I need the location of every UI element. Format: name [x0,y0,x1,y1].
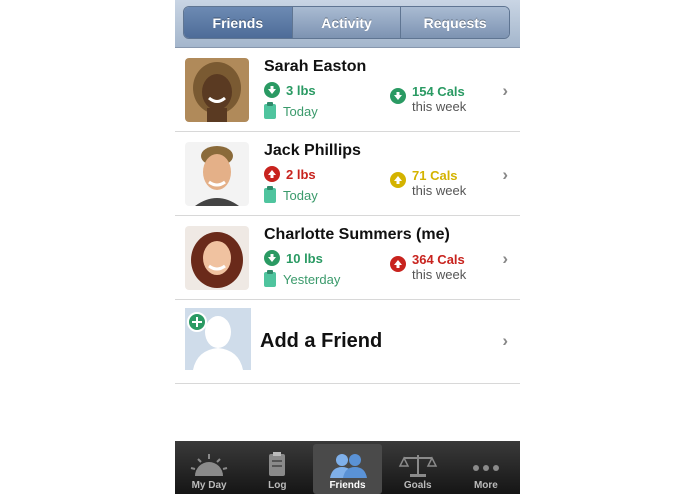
tab-label: Log [268,480,287,491]
cals-value: 364 Cals [412,252,465,267]
log-day: Today [264,102,318,119]
cals-period: this week [412,267,467,282]
weight-change: 2 lbs [264,166,316,182]
weight-up-icon [264,166,280,182]
chevron-right-icon[interactable]: › [502,249,508,269]
plus-icon [187,312,207,332]
tab-log[interactable]: Log [243,441,311,494]
tab-goals[interactable]: Goals [384,441,452,494]
tab-more[interactable]: More [452,441,520,494]
cals-up-icon [390,172,406,188]
cals-period: this week [412,99,467,114]
cals-value: 154 Cals [412,84,465,99]
segment-requests[interactable]: Requests [400,7,509,38]
segment-friends[interactable]: Friends [184,7,292,38]
avatar [185,58,249,122]
friend-name: Sarah Easton [264,58,367,75]
add-friend-label: Add a Friend [260,330,383,352]
calories-summary: 364 Cals this week [390,252,466,282]
log-day-label: Today [283,104,318,119]
weight-change: 3 lbs [264,82,316,98]
weight-down-icon [264,82,280,98]
tab-label: More [473,480,498,491]
weight-value: 10 lbs [286,250,323,266]
cals-value: 71 Cals [412,168,458,183]
friend-row[interactable]: Charlotte Summers (me) 10 lbs Yesterday … [175,216,520,300]
tab-label: Friends [329,480,366,491]
tab-my-day[interactable]: My Day [175,441,243,494]
add-friend-row[interactable]: Add a Friend › [175,300,520,384]
cals-period: this week [412,183,467,198]
clipboard-icon [264,270,276,287]
chevron-right-icon[interactable]: › [502,165,508,185]
clipboard-icon [264,186,276,203]
tab-bar: My Day Log Friends Goals More [175,441,520,494]
chevron-right-icon[interactable]: › [502,331,508,351]
friend-row[interactable]: Sarah Easton 3 lbs Today 154 Cals this w… [175,48,520,132]
sun-icon [190,454,228,476]
log-day: Yesterday [264,270,341,287]
weight-change: 10 lbs [264,250,323,266]
more-icon [472,465,499,471]
chevron-right-icon[interactable]: › [502,81,508,101]
segmented-control: Friends Activity Requests [183,6,510,39]
cals-up-icon [390,256,406,272]
people-icon [329,454,367,478]
scale-icon [398,455,437,477]
clipboard-icon [269,452,286,476]
segmented-header: Friends Activity Requests [175,0,520,48]
avatar [185,142,249,206]
calories-summary: 154 Cals this week [390,84,466,114]
app-screen: Friends Activity Requests Sarah Easton 3… [175,0,520,494]
friend-name: Jack Phillips [264,142,361,159]
cals-down-icon [390,88,406,104]
tab-label: My Day [191,480,227,491]
log-day-label: Yesterday [283,272,341,287]
tab-friends[interactable]: Friends [313,444,382,494]
friend-row[interactable]: Jack Phillips 2 lbs Today 71 Cals this w… [175,132,520,216]
weight-value: 3 lbs [286,82,316,98]
log-day: Today [264,186,318,203]
calories-summary: 71 Cals this week [390,168,466,198]
log-day-label: Today [283,188,318,203]
clipboard-icon [264,102,276,119]
weight-value: 2 lbs [286,166,316,182]
avatar [185,226,249,290]
friend-name: Charlotte Summers (me) [264,226,450,243]
tab-label: Goals [403,480,432,491]
segment-activity[interactable]: Activity [291,7,401,38]
weight-down-icon [264,250,280,266]
